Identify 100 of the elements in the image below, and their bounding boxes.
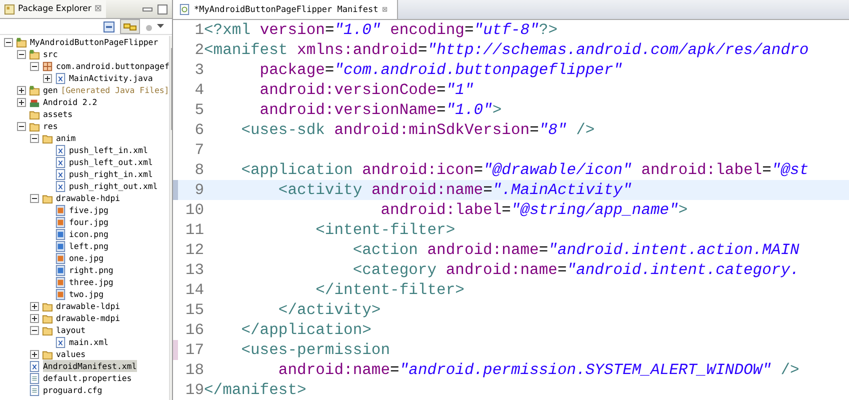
line-number: 8	[194, 161, 204, 179]
tree-item-label: gen	[43, 84, 58, 96]
maximize-icon[interactable]	[157, 4, 168, 14]
code-line: <action android:name="android.intent.action.MAIN	[352, 241, 800, 259]
collapse-icon[interactable]	[30, 134, 39, 142]
tree-item[interactable]: Android 2.2	[0, 96, 170, 108]
collapse-icon[interactable]	[17, 122, 26, 130]
collapse-icon	[103, 20, 115, 32]
dropdown-icon	[145, 22, 165, 32]
package-icon	[4, 4, 15, 14]
tree-item[interactable]: MainActivity.java	[0, 72, 170, 84]
tree-item-label: drawable-mdpi	[56, 312, 120, 324]
tree-item[interactable]: three.jpg	[0, 276, 170, 288]
collapse-icon[interactable]	[30, 62, 39, 70]
image-file-icon	[55, 264, 66, 276]
tree-item-label: three.jpg	[69, 276, 114, 288]
code-line: <category android:name="android.intent.category.	[352, 261, 800, 279]
line-number: 4	[194, 81, 204, 99]
tree-item[interactable]: two.jpg	[0, 288, 170, 300]
project-icon	[16, 36, 27, 48]
expand-icon[interactable]	[30, 350, 39, 358]
expand-icon[interactable]	[30, 314, 39, 322]
tree-item[interactable]: AndroidManifest.xml	[0, 360, 170, 372]
line-number: 18	[184, 361, 204, 379]
tree-item[interactable]: assets	[0, 108, 170, 120]
tree-item[interactable]: res	[0, 120, 170, 132]
image-file-icon	[55, 288, 66, 300]
line-number: 14	[184, 281, 204, 299]
tree-item[interactable]: push_right_in.xml	[0, 168, 170, 180]
code-line: android:label="@string/app_name">	[380, 201, 688, 219]
tree-item-decoration: [Generated Java Files]	[60, 84, 170, 96]
line-number: 3	[194, 61, 204, 79]
tree-item[interactable]: one.jpg	[0, 252, 170, 264]
tree-item-label: two.jpg	[69, 288, 104, 300]
tree-item[interactable]: gen [Generated Java Files]	[0, 84, 170, 96]
tree-item-label: five.jpg	[69, 204, 108, 216]
image-file-icon	[55, 240, 66, 252]
tree-item[interactable]: layout	[0, 324, 170, 336]
tree-item-label: push_left_in.xml	[69, 144, 148, 156]
tree-item[interactable]: push_left_out.xml	[0, 156, 170, 168]
folder-icon	[42, 192, 53, 204]
tree-item[interactable]: drawable-hdpi	[0, 192, 170, 204]
expand-icon[interactable]	[43, 74, 52, 82]
xml-file-icon	[55, 180, 66, 192]
code-line: </intent-filter>	[314, 281, 464, 299]
tree-item-label: MainActivity.java	[69, 72, 153, 84]
image-file-icon	[55, 252, 66, 264]
line-number: 5	[194, 101, 204, 119]
tree-item[interactable]: left.png	[0, 240, 170, 252]
code-line: </activity>	[277, 301, 381, 319]
collapse-icon[interactable]	[30, 194, 39, 202]
tree-item[interactable]: push_right_out.xml	[0, 180, 170, 192]
tree-item-label: com.android.buttonpagef	[56, 60, 170, 72]
tree-item[interactable]: push_left_in.xml	[0, 144, 170, 156]
tree-item[interactable]: right.png	[0, 264, 170, 276]
editor-tab[interactable]: *MyAndroidButtonPageFlipper Manifest ⊠	[173, 0, 398, 19]
tree-item-label: drawable-hdpi	[56, 192, 120, 204]
tree-item-label: anim	[56, 132, 76, 144]
line-number: 13	[184, 261, 204, 279]
line-number: 2	[194, 41, 204, 59]
code-line: android:versionCode="1"	[258, 81, 474, 99]
image-file-icon	[55, 276, 66, 288]
tree-item[interactable]: main.xml	[0, 336, 170, 348]
expand-icon[interactable]	[17, 86, 26, 94]
tree-item[interactable]: src	[0, 48, 170, 60]
tree-item[interactable]: MyAndroidButtonPageFlipper	[0, 36, 170, 48]
link-with-editor-button[interactable]	[120, 19, 140, 34]
line-number: 16	[184, 321, 204, 339]
tree-item[interactable]: drawable-ldpi	[0, 300, 170, 312]
tree-item[interactable]: drawable-mdpi	[0, 312, 170, 324]
image-file-icon	[55, 204, 66, 216]
xml-file-icon	[55, 156, 66, 168]
tree-item[interactable]: default.properties	[0, 372, 170, 384]
tree-item[interactable]: values	[0, 348, 170, 360]
xml-file-icon	[55, 336, 66, 348]
code-line: <application android:icon="@drawable/icon" android:label="@st	[240, 161, 809, 179]
collapse-icon[interactable]	[17, 50, 26, 58]
tree-item-label: src	[43, 48, 58, 60]
file-icon	[29, 372, 40, 384]
expand-icon[interactable]	[30, 302, 39, 310]
tree-item-label: MyAndroidButtonPageFlipper	[30, 36, 158, 48]
tree-item[interactable]: four.jpg	[0, 216, 170, 228]
folder-icon	[42, 300, 53, 312]
tree-item[interactable]: anim	[0, 132, 170, 144]
line-number: 7	[194, 141, 204, 159]
tree-item-label: layout	[56, 324, 86, 336]
tree-item[interactable]: icon.png	[0, 228, 170, 240]
tree-item[interactable]: five.jpg	[0, 204, 170, 216]
folder-icon	[29, 108, 40, 120]
xml-file-icon	[55, 144, 66, 156]
collapse-icon[interactable]	[30, 326, 39, 334]
collapse-icon[interactable]	[4, 38, 13, 46]
image-file-icon	[55, 216, 66, 228]
tree-item-label: main.xml	[69, 336, 108, 348]
expand-icon[interactable]	[17, 98, 26, 106]
line-number: 19	[184, 381, 204, 399]
tree-item[interactable]: proguard.cfg	[0, 384, 170, 396]
tree-item[interactable]: com.android.buttonpagef	[0, 60, 170, 72]
tree-item-label: proguard.cfg	[43, 384, 102, 396]
view-tab[interactable]: Package Explorer ⊠	[0, 0, 106, 18]
